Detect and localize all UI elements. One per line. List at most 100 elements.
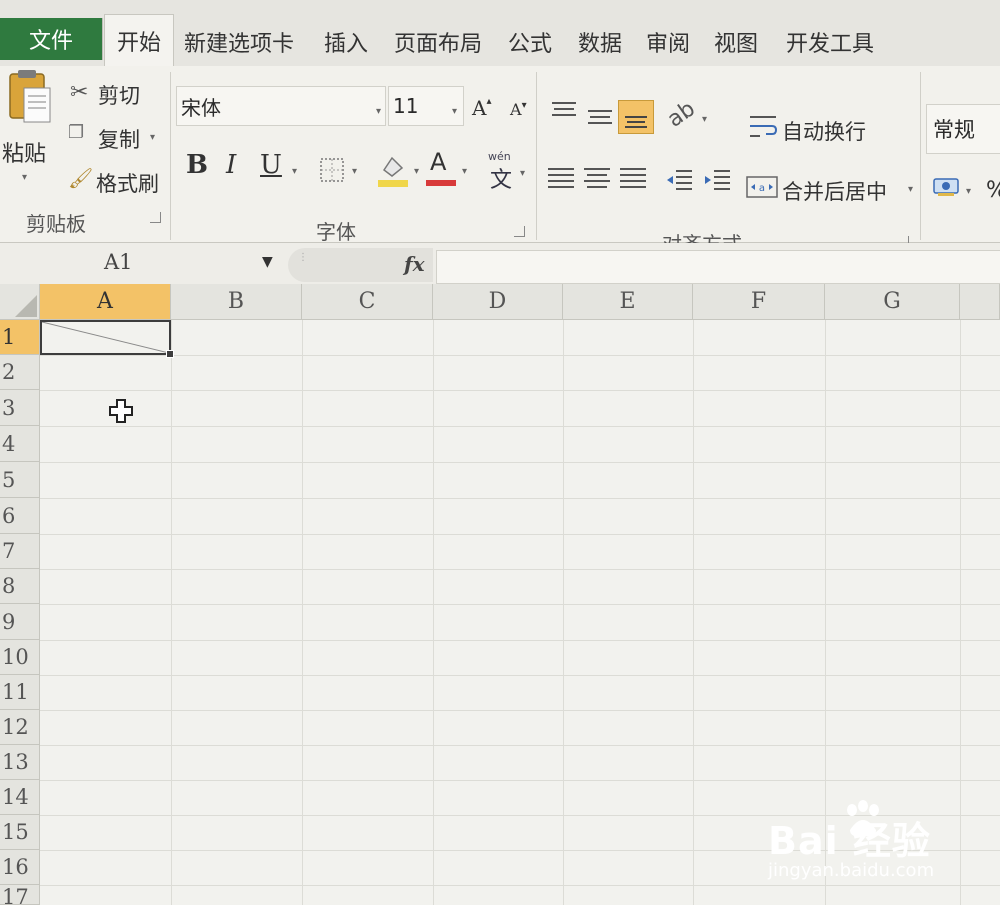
tab-insert[interactable]: 插入 [324, 26, 368, 58]
select-all-corner[interactable] [0, 284, 40, 320]
tab-home[interactable]: 开始 [104, 14, 174, 67]
phonetic-dropdown-icon[interactable]: ▾ [520, 168, 525, 179]
row-header-3[interactable]: 3 [0, 390, 40, 426]
format-painter-button[interactable]: 格式刷 [96, 168, 159, 198]
row-header-7[interactable]: 7 [0, 534, 40, 569]
clipboard-group-label: 剪贴板 [26, 212, 86, 236]
tab-developer[interactable]: 开发工具 [786, 26, 874, 58]
paste-icon[interactable] [6, 68, 54, 128]
column-header-a[interactable]: A [40, 284, 171, 320]
row-header-1[interactable]: 1 [0, 320, 40, 355]
column-header-f[interactable]: F [693, 284, 825, 320]
grid-row-line [40, 426, 1000, 427]
italic-button[interactable]: I [226, 150, 236, 180]
underline-dropdown-icon[interactable]: ▾ [292, 166, 297, 177]
row-header-6[interactable]: 6 [0, 498, 40, 534]
row-header-13[interactable]: 13 [0, 745, 40, 780]
copy-button[interactable]: 复制 [98, 124, 140, 154]
align-top-icon[interactable] [550, 100, 578, 122]
insert-function-button[interactable]: fx [404, 252, 425, 276]
grid-col-line [302, 320, 303, 905]
font-launcher-icon[interactable] [514, 226, 525, 237]
tab-page-layout[interactable]: 页面布局 [394, 26, 482, 58]
merge-center-dropdown-icon[interactable]: ▾ [908, 184, 913, 195]
cut-button[interactable]: 剪切 [98, 80, 140, 110]
increase-indent-icon[interactable] [702, 168, 732, 192]
fill-color-icon[interactable] [376, 152, 410, 188]
row-header-11[interactable]: 11 [0, 675, 40, 710]
font-name-select[interactable]: 宋体 [176, 86, 386, 126]
cell-cursor-icon [109, 399, 133, 423]
copy-dropdown-icon[interactable]: ▾ [150, 132, 155, 143]
tab-review[interactable]: 审阅 [646, 26, 690, 58]
formula-input[interactable] [436, 250, 1000, 284]
font-color-button[interactable]: A [430, 148, 446, 176]
format-painter-icon: 🖌 [68, 166, 94, 190]
shrink-font-button[interactable]: A▾ [510, 100, 527, 119]
currency-format-icon[interactable] [932, 176, 960, 198]
grid-row-line [40, 604, 1000, 605]
align-bottom-button[interactable] [618, 100, 654, 134]
phonetic-button[interactable]: 文 [490, 162, 512, 194]
row-header-2[interactable]: 2 [0, 355, 40, 390]
tab-view[interactable]: 视图 [714, 26, 758, 58]
column-header-d[interactable]: D [433, 284, 563, 320]
selected-cell-a1[interactable] [40, 320, 174, 358]
grid-col-line [693, 320, 694, 905]
row-header-17[interactable]: 17 [0, 885, 40, 905]
borders-icon[interactable] [318, 156, 346, 184]
bold-button[interactable]: B [186, 150, 208, 180]
wrap-text-button[interactable]: 自动换行 [782, 116, 866, 146]
merge-center-button[interactable]: 合并后居中 [782, 176, 887, 206]
font-size-dropdown-icon[interactable]: ▾ [452, 106, 457, 117]
align-right-icon[interactable] [618, 166, 648, 190]
row-header-10[interactable]: 10 [0, 640, 40, 675]
percent-button[interactable]: % [986, 178, 1000, 203]
row-header-5[interactable]: 5 [0, 462, 40, 498]
name-box-dropdown-icon[interactable]: ▼ [262, 254, 273, 270]
align-left-icon[interactable] [546, 166, 576, 190]
number-format-select[interactable]: 常规 [926, 104, 1000, 154]
grid-row-line [40, 710, 1000, 711]
tab-data[interactable]: 数据 [578, 26, 622, 58]
row-header-14[interactable]: 14 [0, 780, 40, 815]
column-header-e[interactable]: E [563, 284, 693, 320]
column-header-c[interactable]: C [302, 284, 433, 320]
name-box[interactable]: A1 ▼ [0, 246, 284, 282]
row-header-9[interactable]: 9 [0, 604, 40, 640]
font-name-dropdown-icon[interactable]: ▾ [376, 106, 381, 117]
row-header-16[interactable]: 16 [0, 850, 40, 885]
grow-font-button[interactable]: A▴ [472, 96, 491, 120]
align-middle-icon[interactable] [586, 106, 614, 128]
grid-row-line [40, 780, 1000, 781]
orientation-dropdown-icon[interactable]: ▾ [702, 114, 707, 125]
column-header-h-partial[interactable] [960, 284, 1000, 320]
currency-dropdown-icon[interactable]: ▾ [966, 186, 971, 197]
row-header-15[interactable]: 15 [0, 815, 40, 850]
decrease-indent-icon[interactable] [664, 168, 694, 192]
align-center-icon[interactable] [582, 166, 612, 190]
fill-handle[interactable] [166, 350, 174, 358]
tab-file[interactable]: 文件 [0, 18, 103, 60]
row-header-8[interactable]: 8 [0, 569, 40, 604]
grid-col-line [171, 320, 172, 905]
tab-new-tab[interactable]: 新建选项卡 [184, 26, 294, 58]
font-color-dropdown-icon[interactable]: ▾ [462, 166, 467, 177]
ribbon-tab-bar: 文件 开始 新建选项卡 插入 页面布局 公式 数据 审阅 视图 开发工具 [0, 0, 1000, 67]
grid-row-line [40, 462, 1000, 463]
group-divider [536, 72, 537, 240]
paste-button[interactable]: 粘贴 [2, 136, 46, 168]
grid-row-line [40, 745, 1000, 746]
fill-color-dropdown-icon[interactable]: ▾ [414, 166, 419, 177]
row-header-12[interactable]: 12 [0, 710, 40, 745]
column-header-g[interactable]: G [825, 284, 960, 320]
borders-dropdown-icon[interactable]: ▾ [352, 166, 357, 177]
clipboard-launcher-icon[interactable] [150, 212, 161, 223]
column-header-b[interactable]: B [171, 284, 302, 320]
paste-dropdown-icon[interactable]: ▾ [22, 172, 27, 183]
row-header-4[interactable]: 4 [0, 426, 40, 462]
grid-row-line [40, 498, 1000, 499]
tab-formulas[interactable]: 公式 [508, 26, 552, 58]
grid-row-line [40, 640, 1000, 641]
underline-button[interactable]: U [260, 150, 282, 180]
